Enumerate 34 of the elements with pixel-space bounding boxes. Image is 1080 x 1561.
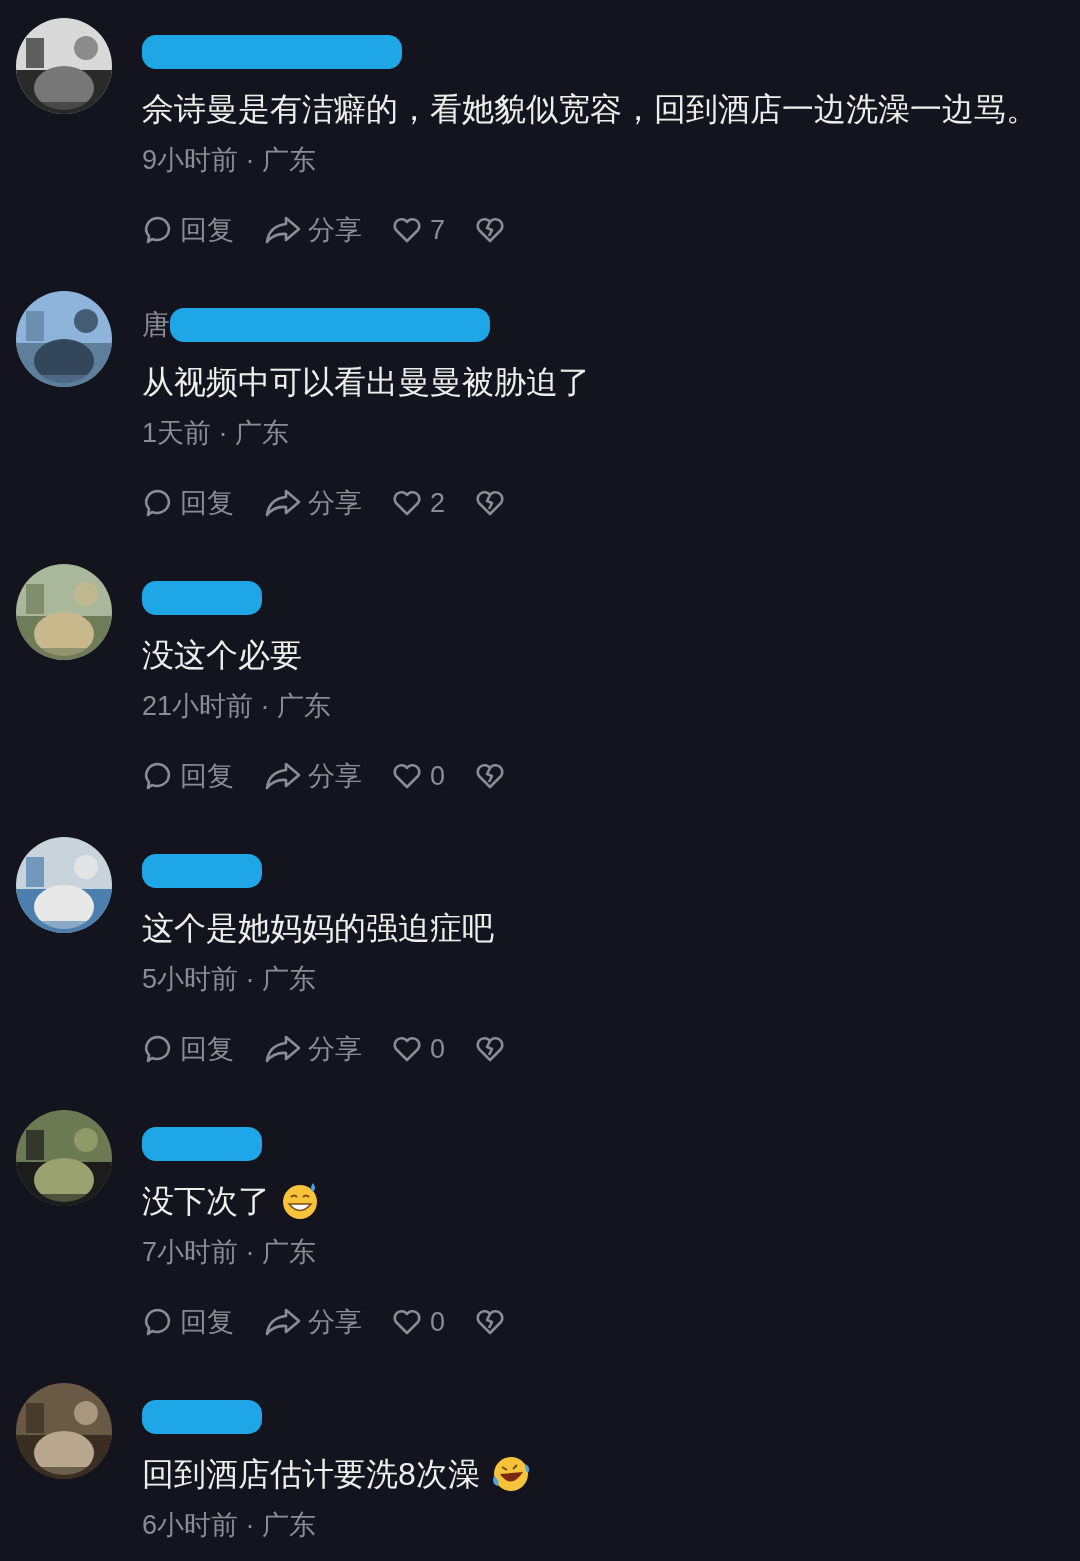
share-arrow-icon (264, 215, 302, 246)
like-button[interactable]: 0 (392, 1029, 446, 1070)
comment-meta: 6小时前 · 广东 (142, 1509, 317, 1542)
reply-button[interactable]: 回复 (142, 756, 234, 797)
share-button[interactable]: 分享 (264, 756, 362, 797)
comment-meta: 21小时前 · 广东 (142, 690, 333, 723)
comment-text: 佘诗曼是有洁癖的，看她貌似宽容，回到酒店一边洗澡一边骂。 (142, 90, 1038, 129)
comment-text: 回到酒店估计要洗8次澡 (142, 1455, 480, 1494)
share-button[interactable]: 分享 (264, 483, 362, 524)
share-button[interactable]: 分享 (264, 1029, 362, 1070)
comment-text: 从视频中可以看出曼曼被胁迫了 (142, 363, 590, 402)
like-button[interactable]: 2 (392, 483, 446, 524)
like-button[interactable]: 7 (392, 210, 446, 251)
share-button[interactable]: 分享 (264, 210, 362, 251)
reply-button[interactable]: 回复 (142, 483, 234, 524)
reply-button[interactable]: 回复 (142, 1029, 234, 1070)
share-arrow-icon (264, 488, 302, 519)
comment-text: 没下次了 (142, 1182, 270, 1221)
grinning-sweat-emoji-icon (280, 1181, 320, 1221)
comment-meta: 9小时前 · 广东 (142, 144, 317, 177)
comment-text: 这个是她妈妈的强迫症吧 (142, 909, 494, 948)
comment-meta: 1天前 · 广东 (142, 417, 290, 450)
comment-meta: 5小时前 · 广东 (142, 963, 317, 996)
share-arrow-icon (264, 761, 302, 792)
like-button[interactable]: 0 (392, 756, 446, 797)
share-arrow-icon (264, 1034, 302, 1065)
reply-button[interactable]: 回复 (142, 1302, 234, 1343)
username[interactable]: 唐 (142, 311, 170, 339)
share-button[interactable]: 分享 (264, 1302, 362, 1343)
comment-meta: 7小时前 · 广东 (142, 1236, 317, 1269)
like-button[interactable]: 0 (392, 1302, 446, 1343)
comment-text: 没这个必要 (142, 636, 302, 675)
reply-button[interactable]: 回复 (142, 210, 234, 251)
share-arrow-icon (264, 1307, 302, 1338)
